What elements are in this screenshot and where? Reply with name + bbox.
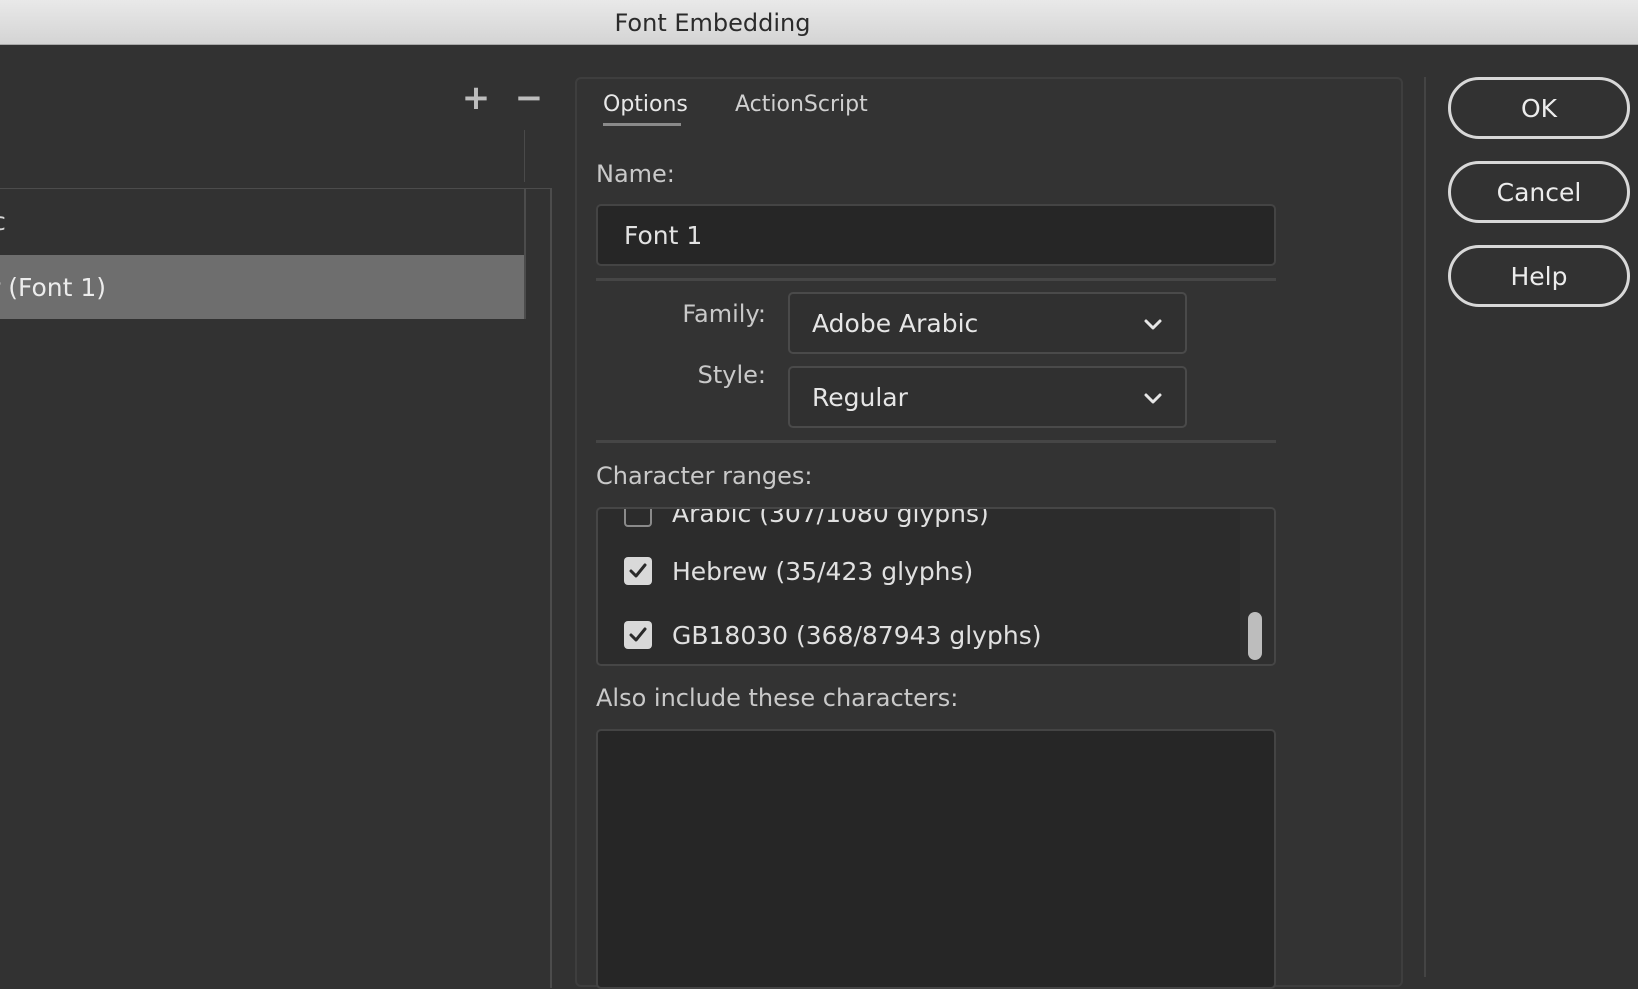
name-field[interactable]: Font 1 — [596, 204, 1276, 266]
range-item-label: Arabic (307/1080 glyphs) — [672, 507, 989, 528]
also-include-label: Also include these characters: — [596, 684, 959, 712]
checkbox-unchecked[interactable] — [624, 509, 652, 527]
vertical-separator — [1424, 77, 1426, 977]
font-list[interactable]: abic r (Font 1) — [0, 188, 552, 988]
name-label: Name: — [596, 160, 675, 188]
cancel-button[interactable]: Cancel — [1448, 161, 1630, 223]
range-item-gb18030[interactable]: GB18030 (368/87943 glyphs) — [624, 615, 1041, 655]
style-select-value: Regular — [812, 382, 908, 412]
ranges-scrollbar-thumb[interactable] — [1248, 612, 1262, 660]
character-ranges-list[interactable]: Arabic (307/1080 glyphs) Hebrew (35/423 … — [596, 507, 1276, 666]
name-field-value: Font 1 — [624, 220, 703, 250]
family-label: Family: — [682, 300, 766, 328]
list-item-label: abic — [0, 207, 6, 236]
range-item-label: Hebrew (35/423 glyphs) — [672, 556, 974, 586]
style-label: Style: — [697, 361, 766, 389]
character-ranges-label: Character ranges: — [596, 462, 813, 490]
checkmark-icon — [629, 627, 647, 642]
range-item-arabic[interactable]: Arabic (307/1080 glyphs) — [624, 507, 989, 533]
list-scrollbar[interactable] — [524, 189, 550, 319]
divider — [596, 440, 1276, 443]
chevron-down-icon — [1144, 319, 1162, 330]
plus-icon: + — [461, 78, 491, 118]
checkmark-icon — [629, 563, 647, 578]
remove-font-button[interactable]: − — [511, 80, 547, 116]
also-include-textarea[interactable] — [596, 729, 1276, 989]
tab-options[interactable]: Options — [603, 92, 688, 117]
range-item-hebrew[interactable]: Hebrew (35/423 glyphs) — [624, 551, 973, 591]
range-item-label: GB18030 (368/87943 glyphs) — [672, 620, 1042, 650]
list-item[interactable]: abic — [0, 189, 524, 253]
ok-button[interactable]: OK — [1448, 77, 1630, 139]
chevron-down-icon — [1144, 393, 1162, 404]
style-select[interactable]: Regular — [788, 366, 1187, 428]
divider — [596, 278, 1276, 281]
checkbox-checked[interactable] — [624, 621, 652, 649]
add-font-button[interactable]: + — [458, 80, 494, 116]
help-button[interactable]: Help — [1448, 245, 1630, 307]
checkbox-checked[interactable] — [624, 557, 652, 585]
family-select-value: Adobe Arabic — [812, 308, 979, 338]
active-tab-indicator — [603, 123, 681, 126]
minus-icon: − — [514, 78, 544, 118]
list-item-label: r (Font 1) — [0, 272, 107, 302]
list-item-selected[interactable]: r (Font 1) — [0, 255, 524, 319]
title-bar: Font Embedding — [0, 0, 1638, 45]
toolbar-divider — [524, 130, 525, 182]
window-title: Font Embedding — [614, 9, 811, 37]
family-select[interactable]: Adobe Arabic — [788, 292, 1187, 354]
tab-actionscript[interactable]: ActionScript — [735, 92, 868, 117]
